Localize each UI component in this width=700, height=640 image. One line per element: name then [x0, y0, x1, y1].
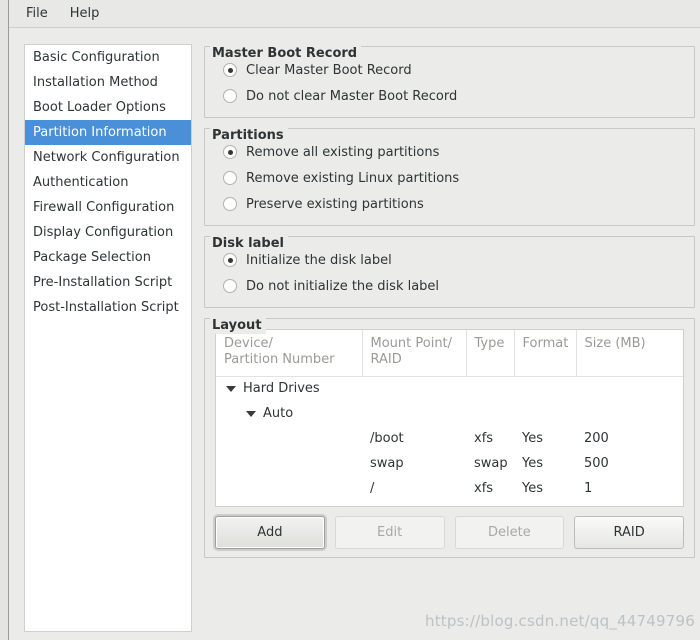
cell-format: Yes: [522, 481, 543, 496]
cell-type: [466, 376, 514, 401]
background-window-edge: 0 U c 2 t 2 f n n c t: [0, 0, 9, 640]
column-header-size[interactable]: Size (MB): [576, 330, 683, 377]
radio-label-initialize-disk-label: Initialize the disk label: [246, 252, 392, 268]
table-row[interactable]: / xfs Yes 1: [216, 476, 683, 501]
sidebar-item-authentication[interactable]: Authentication: [25, 170, 191, 195]
radio-label-do-not-clear-mbr: Do not clear Master Boot Record: [246, 88, 458, 104]
cell-size: 200: [584, 431, 609, 446]
radio-remove-existing-linux-partitions-icon[interactable]: [223, 171, 237, 185]
sidebar-item-partition-information[interactable]: Partition Information: [25, 120, 191, 145]
cell-device: Hard Drives: [216, 376, 362, 401]
delete-button[interactable]: Delete: [454, 516, 565, 549]
cell-size: 1: [584, 481, 593, 496]
chevron-down-icon[interactable]: [226, 385, 236, 392]
column-header-format[interactable]: Format: [514, 330, 577, 377]
radio-row-preserve-existing-partitions[interactable]: Preserve existing partitions: [215, 191, 684, 217]
chevron-down-icon[interactable]: [246, 410, 256, 417]
section-list-sidebar[interactable]: Basic Configuration Installation Method …: [24, 44, 192, 632]
radio-label-clear-mbr: Clear Master Boot Record: [246, 62, 412, 78]
sidebar-item-network-configuration[interactable]: Network Configuration: [25, 145, 191, 170]
column-header-device-line2: Partition Number: [224, 352, 335, 367]
group-title-disk-label: Disk label: [210, 236, 288, 252]
cell-format: Yes: [522, 431, 543, 446]
group-title-layout: Layout: [210, 318, 266, 334]
layout-button-bar: Add Edit Delete RAID: [215, 516, 684, 549]
table-row[interactable]: swap swap Yes 500: [216, 451, 683, 476]
cell-mount: swap: [370, 456, 404, 471]
radio-do-not-clear-mbr-icon[interactable]: [223, 89, 237, 103]
cell-device: [216, 451, 362, 476]
radio-label-remove-existing-linux-partitions: Remove existing Linux partitions: [246, 170, 460, 186]
radio-row-remove-existing-linux-partitions[interactable]: Remove existing Linux partitions: [215, 165, 684, 191]
partition-information-pane: Master Boot Record Clear Master Boot Rec…: [204, 38, 695, 638]
sidebar-item-display-configuration[interactable]: Display Configuration: [25, 220, 191, 245]
radio-label-preserve-existing-partitions: Preserve existing partitions: [246, 196, 424, 212]
raid-button[interactable]: RAID: [574, 516, 684, 549]
cell-device: [216, 476, 362, 501]
cell-mount: [362, 376, 466, 401]
group-title-master-boot-record: Master Boot Record: [210, 46, 362, 62]
radio-do-not-initialize-disk-label-icon[interactable]: [223, 279, 237, 293]
column-header-device-line1: Device/: [224, 336, 273, 351]
group-partitions: Partitions Remove all existing partition…: [204, 128, 695, 226]
group-layout: Layout Device/ Partition Number Mount Po…: [204, 318, 695, 558]
column-header-mount-point-line1: Mount Point/: [370, 336, 453, 351]
menu-help[interactable]: Help: [59, 2, 111, 25]
radio-row-do-not-initialize-disk-label[interactable]: Do not initialize the disk label: [215, 273, 684, 299]
row-device-label: Auto: [263, 406, 294, 421]
table-header-row: Device/ Partition Number Mount Point/ RA…: [216, 330, 683, 377]
radio-row-do-not-clear-mbr[interactable]: Do not clear Master Boot Record: [215, 83, 684, 109]
cell-type: xfs: [474, 481, 494, 496]
cell-size: [576, 376, 683, 401]
partition-layout-table[interactable]: Device/ Partition Number Mount Point/ RA…: [215, 329, 684, 507]
row-device-label: Hard Drives: [243, 381, 320, 397]
radio-remove-all-existing-partitions-icon[interactable]: [223, 145, 237, 159]
column-header-mount-point[interactable]: Mount Point/ RAID: [362, 330, 467, 377]
cell-mount: /: [370, 481, 375, 496]
cell-type: swap: [474, 456, 508, 471]
main-content: Basic Configuration Installation Method …: [9, 29, 700, 640]
cell-type: xfs: [474, 431, 494, 446]
cell-format: [514, 376, 576, 401]
cell-device: [216, 426, 362, 451]
sidebar-item-package-selection[interactable]: Package Selection: [25, 245, 191, 270]
column-header-type[interactable]: Type: [466, 330, 515, 377]
sidebar-item-firewall-configuration[interactable]: Firewall Configuration: [25, 195, 191, 220]
sidebar-item-boot-loader-options[interactable]: Boot Loader Options: [25, 95, 191, 120]
application-window: 0 U c 2 t 2 f n n c t File Help Basic Co…: [0, 0, 700, 640]
sidebar-item-basic-configuration[interactable]: Basic Configuration: [25, 45, 191, 70]
cell-size: [576, 401, 683, 426]
sidebar-item-pre-installation-script[interactable]: Pre-Installation Script: [25, 270, 191, 295]
radio-label-do-not-initialize-disk-label: Do not initialize the disk label: [246, 278, 440, 294]
column-header-mount-point-line2: RAID: [370, 352, 402, 367]
radio-clear-mbr-icon[interactable]: [223, 63, 237, 77]
cell-mount: /boot: [370, 431, 404, 446]
group-master-boot-record: Master Boot Record Clear Master Boot Rec…: [204, 46, 695, 118]
add-button[interactable]: Add: [215, 516, 325, 549]
cell-mount: [362, 401, 466, 426]
sidebar-item-installation-method[interactable]: Installation Method: [25, 70, 191, 95]
cell-type: [466, 401, 514, 426]
cell-format: [514, 401, 576, 426]
column-header-device[interactable]: Device/ Partition Number: [216, 330, 363, 377]
radio-preserve-existing-partitions-icon[interactable]: [223, 197, 237, 211]
group-disk-label: Disk label Initialize the disk label Do …: [204, 236, 695, 308]
radio-initialize-disk-label-icon[interactable]: [223, 253, 237, 267]
background-window-text: 0 U c 2 t 2 f n n c t: [0, 36, 8, 292]
cell-size: 500: [584, 456, 609, 471]
radio-label-remove-all-existing-partitions: Remove all existing partitions: [246, 144, 440, 160]
cell-format: Yes: [522, 456, 543, 471]
menu-bar: File Help: [9, 0, 700, 28]
edit-button[interactable]: Edit: [334, 516, 445, 549]
cell-device: Auto: [216, 401, 362, 426]
table-row[interactable]: Auto: [216, 401, 683, 426]
table-row[interactable]: Hard Drives: [216, 376, 683, 401]
sidebar-item-post-installation-script[interactable]: Post-Installation Script: [25, 295, 191, 320]
group-title-partitions: Partitions: [210, 128, 288, 144]
menu-file[interactable]: File: [15, 2, 59, 25]
table-row[interactable]: /boot xfs Yes 200: [216, 426, 683, 451]
